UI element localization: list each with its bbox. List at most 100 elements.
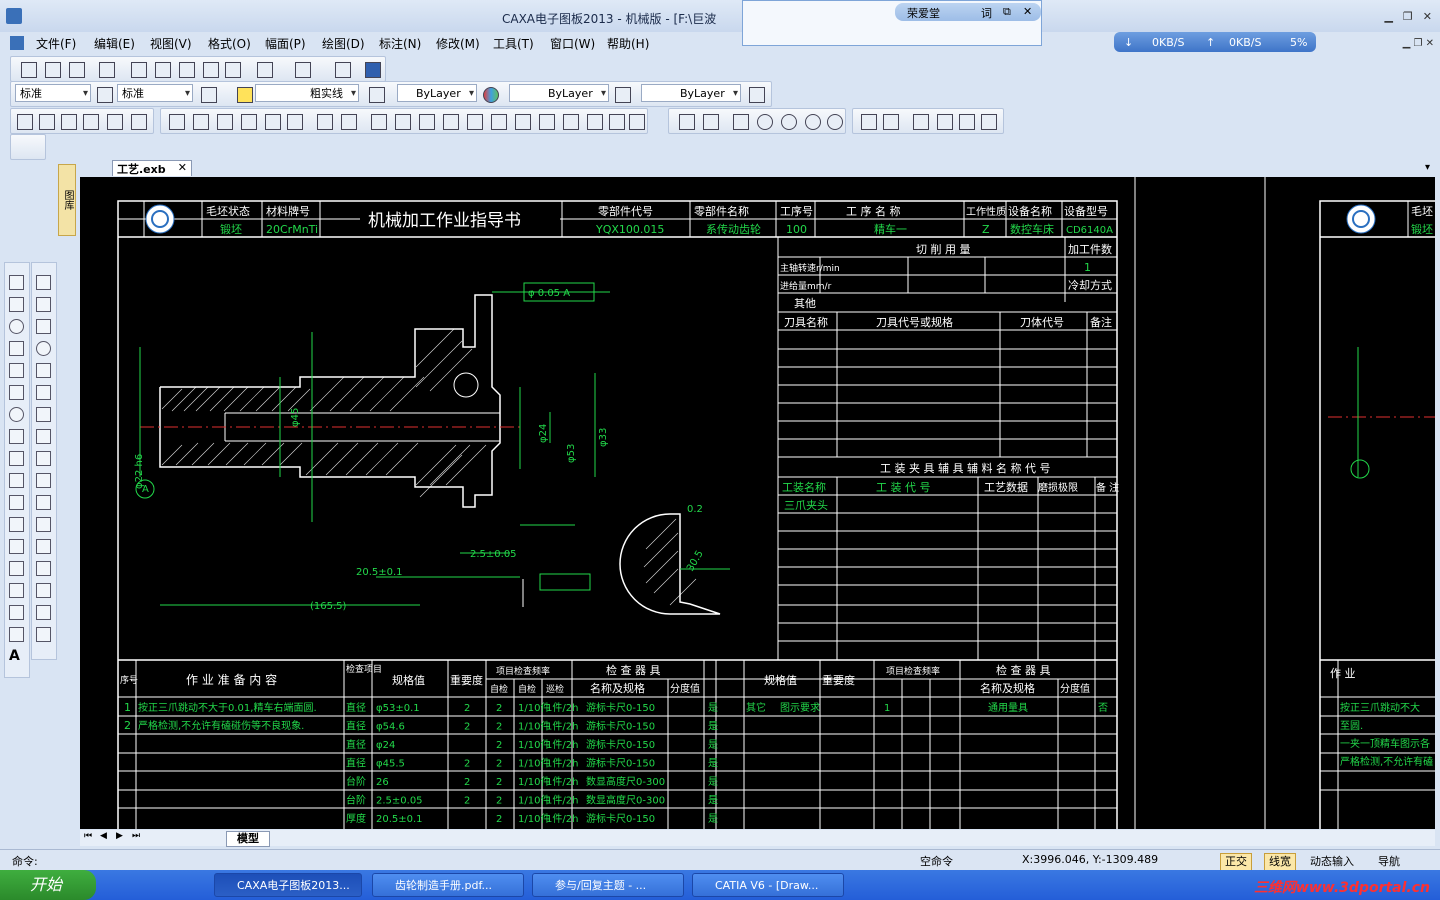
chamfer-icon[interactable]: [36, 539, 51, 554]
menu-view[interactable]: 视图(V): [150, 35, 192, 52]
dictionary-word-button[interactable]: 词: [981, 5, 992, 21]
linewidth-manager-icon[interactable]: [749, 87, 765, 103]
task-browser[interactable]: 参与/回复主题 - ...: [532, 873, 684, 897]
parallel-line-icon[interactable]: [9, 297, 24, 312]
menu-window[interactable]: 窗口(W): [550, 35, 595, 52]
mdi-close-icon[interactable]: ✕: [1426, 38, 1434, 49]
ruler-icon[interactable]: [703, 114, 719, 130]
menu-draw[interactable]: 绘图(D): [322, 35, 365, 52]
layer-manager-icon[interactable]: [369, 87, 385, 103]
text-edit-icon[interactable]: [937, 114, 953, 130]
dictionary-name[interactable]: 荣爱堂: [907, 5, 940, 21]
restore-icon[interactable]: ❐: [1403, 10, 1413, 23]
check-icon[interactable]: [419, 114, 435, 130]
extend-icon[interactable]: [36, 473, 51, 488]
offset-icon[interactable]: [9, 539, 24, 554]
dim-edit-icon[interactable]: [36, 605, 51, 620]
spline-icon[interactable]: [169, 114, 185, 130]
clipboard-icon[interactable]: [335, 62, 351, 78]
open-file-icon[interactable]: [45, 62, 61, 78]
hand-icon[interactable]: [9, 561, 24, 576]
text-style-select[interactable]: 标准: [15, 84, 91, 103]
navigation-toggle[interactable]: 导航: [1378, 853, 1400, 869]
start-button[interactable]: 开始: [0, 870, 96, 900]
text-a-icon[interactable]: A: [9, 649, 24, 664]
zoom-in-icon[interactable]: [781, 114, 797, 130]
point-icon[interactable]: [9, 385, 24, 400]
menu-help[interactable]: 帮助(H): [607, 35, 649, 52]
title-block-icon[interactable]: [61, 114, 77, 130]
mdi-minimize-icon[interactable]: ▁: [1403, 38, 1411, 49]
centerline-draw-icon[interactable]: [9, 473, 24, 488]
print-icon[interactable]: [99, 62, 115, 78]
scale-icon[interactable]: [36, 407, 51, 422]
line-icon[interactable]: [9, 275, 24, 290]
tab-list-chevron-icon[interactable]: ▾: [1425, 162, 1430, 173]
close-icon[interactable]: ✕: [1423, 10, 1432, 23]
menu-dimension[interactable]: 标注(N): [379, 35, 421, 52]
task-caxa[interactable]: CAXA电子图板2013...: [214, 873, 362, 897]
menu-format[interactable]: 格式(O): [208, 35, 251, 52]
coordinate-dim-icon[interactable]: [341, 114, 357, 130]
linetype-select[interactable]: ByLayer: [509, 84, 609, 103]
undo-icon[interactable]: [257, 62, 273, 78]
ellipse-icon[interactable]: [9, 407, 24, 422]
text-style-icon[interactable]: [97, 87, 113, 103]
curve-icon[interactable]: [9, 363, 24, 378]
menu-edit[interactable]: 编辑(E): [94, 35, 135, 52]
dimension-icon[interactable]: [317, 114, 333, 130]
tag-icon[interactable]: [609, 114, 625, 130]
text-dim-icon[interactable]: [563, 114, 579, 130]
copy-object-icon[interactable]: [36, 319, 51, 334]
datum-icon[interactable]: [443, 114, 459, 130]
measure-icon[interactable]: [36, 583, 51, 598]
color-select[interactable]: ByLayer: [397, 84, 477, 103]
menu-file[interactable]: 文件(F): [36, 35, 76, 52]
format-brush-icon[interactable]: [913, 114, 929, 130]
refresh-icon[interactable]: [733, 114, 749, 130]
caxa-app-icon[interactable]: [6, 8, 22, 24]
section-icon[interactable]: [587, 114, 603, 130]
dimension-style-select[interactable]: 标准: [117, 84, 193, 103]
leader-icon[interactable]: [371, 114, 387, 130]
paste-icon[interactable]: [203, 62, 219, 78]
command-prompt[interactable]: 命令:: [12, 853, 38, 869]
properties-icon[interactable]: [679, 114, 695, 130]
mirror-icon[interactable]: [36, 363, 51, 378]
ortho-toggle[interactable]: 正交: [1220, 853, 1252, 871]
note-icon[interactable]: [981, 114, 997, 130]
centerline-icon[interactable]: [515, 114, 531, 130]
redo-icon[interactable]: [295, 62, 311, 78]
arrow-icon[interactable]: [217, 114, 233, 130]
magnet-icon[interactable]: [861, 114, 877, 130]
save-icon[interactable]: [69, 62, 85, 78]
menu-sheet[interactable]: 幅面(P): [265, 35, 306, 52]
scroll-first-icon[interactable]: ⏮: [84, 831, 92, 841]
move-icon[interactable]: [36, 297, 51, 312]
zoom-window-icon[interactable]: [757, 114, 773, 130]
parts-list-icon[interactable]: [83, 114, 99, 130]
zoom-out-icon[interactable]: [805, 114, 821, 130]
hatch-icon[interactable]: [241, 114, 257, 130]
scroll-last-icon[interactable]: ⏭: [132, 831, 140, 841]
table-icon[interactable]: [131, 114, 147, 130]
help-icon[interactable]: [365, 62, 381, 78]
linetype-manager-icon[interactable]: [615, 87, 631, 103]
text-icon[interactable]: [629, 114, 645, 130]
dictionary-copy-button[interactable]: ⧉: [1003, 5, 1011, 19]
scroll-prev-icon[interactable]: ◀: [100, 831, 107, 841]
match-properties-icon[interactable]: [225, 62, 241, 78]
fillet-icon[interactable]: [36, 517, 51, 532]
menu-tools[interactable]: 工具(T): [493, 35, 534, 52]
menu-modify[interactable]: 修改(M): [436, 35, 480, 52]
minimize-icon[interactable]: ▁: [1384, 10, 1392, 23]
linewidth-select[interactable]: ByLayer: [641, 84, 741, 103]
document-icon[interactable]: [10, 36, 24, 50]
balloon-icon[interactable]: [107, 114, 123, 130]
tolerance-icon[interactable]: [467, 114, 483, 130]
image-icon[interactable]: [287, 114, 303, 130]
frame-icon[interactable]: [39, 114, 55, 130]
scroll-next-icon[interactable]: ▶: [116, 831, 123, 841]
circle-icon[interactable]: [9, 319, 24, 334]
hole-icon[interactable]: [9, 495, 24, 510]
